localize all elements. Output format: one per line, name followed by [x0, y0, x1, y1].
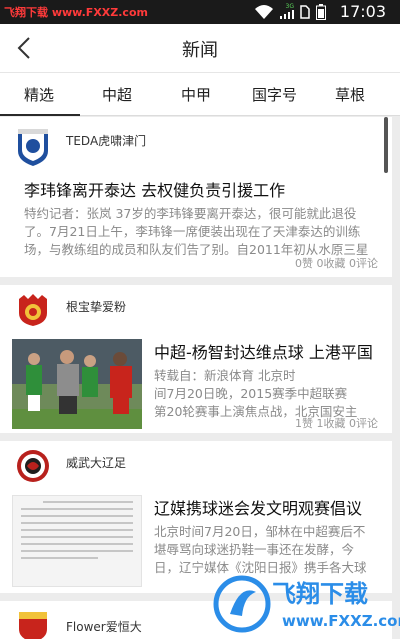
- tab-jingxuan[interactable]: 精选: [24, 84, 54, 105]
- engagement-stats: 0赞 0收藏 0评论: [295, 257, 378, 270]
- headline[interactable]: 辽媒携球迷会发文明观赛倡议: [154, 495, 362, 519]
- summary-line: 转载自：新浪体育 北京时: [154, 368, 296, 383]
- status-icons: 3G: [254, 3, 326, 21]
- network-indicator: 3G: [280, 3, 294, 21]
- summary: 北京时间7月20日，邹林在中超赛后不 堪辱骂向球迷扔鞋一事还在发酵，今 日，辽宁…: [154, 523, 367, 577]
- scrollbar[interactable]: [384, 117, 388, 173]
- news-card[interactable]: TEDA虎啸津门 李玮锋离开泰达 去权健负责引援工作 特约记者：张岚 37岁的李…: [0, 117, 392, 277]
- clock: 17:03: [339, 2, 386, 21]
- top-app-bar: 新闻: [0, 24, 400, 72]
- article-photo[interactable]: [12, 339, 142, 429]
- summary-line: 间7月20日晚，2015赛季中超联赛: [154, 386, 348, 401]
- liaoning-fc-logo-icon: [17, 450, 49, 482]
- tab-caogen[interactable]: 草根: [335, 84, 365, 105]
- category-tabs: 精选 中超 中甲 国字号 草根: [0, 72, 400, 116]
- summary-line: 了。7月21日上午，李玮锋一席便装出现在了天津泰达的训练: [24, 224, 361, 239]
- teda-logo-icon: [18, 129, 48, 166]
- headline[interactable]: 李玮锋离开泰达 去权健负责引援工作: [24, 177, 285, 201]
- wifi-icon: [255, 5, 273, 19]
- sim-icon: [300, 5, 310, 19]
- source-name[interactable]: Flower爱恒大: [66, 618, 142, 635]
- network-type: 3G: [285, 3, 294, 10]
- source-name[interactable]: TEDA虎啸津门: [66, 132, 146, 149]
- watermark-logo: 飞翔下载 www.FXXZ.com: [210, 570, 400, 639]
- battery-icon: [316, 4, 326, 20]
- watermark-logo-text: 飞翔下载: [272, 580, 368, 608]
- tab-zhongjia[interactable]: 中甲: [181, 84, 211, 105]
- summary: 转载自：新浪体育 北京时 间7月20日晚，2015赛季中超联赛 第20轮赛事上演…: [154, 367, 357, 421]
- shanghai-sipg-logo-icon: [19, 294, 47, 326]
- summary-line: 北京时间7月20日，邹林在中超赛后不: [154, 524, 366, 539]
- source-name[interactable]: 根宝挚爱粉: [66, 298, 126, 315]
- source-name[interactable]: 威武大辽足: [66, 454, 126, 471]
- news-feed[interactable]: TEDA虎啸津门 李玮锋离开泰达 去权健负责引援工作 特约记者：张岚 37岁的李…: [0, 117, 400, 639]
- fxxz-logo-icon: [213, 575, 271, 633]
- tab-zhongchao[interactable]: 中超: [102, 84, 132, 105]
- summary: 特约记者：张岚 37岁的李玮锋要离开泰达，很可能就此退役 了。7月21日上午，李…: [24, 205, 368, 259]
- news-card[interactable]: 根宝挚爱粉 中超-杨智封达维点球 上港平国 转载自：新浪体育 北京时 间7月20…: [0, 285, 392, 433]
- tab-guozihao[interactable]: 国字号: [252, 84, 297, 105]
- football-players-image: [12, 339, 142, 429]
- summary-line: 堪辱骂向球迷扔鞋一事还在发酵，今: [154, 542, 355, 557]
- watermark-name: 飞翔下载: [4, 6, 48, 19]
- guangzhou-evergrande-logo-icon: [19, 612, 47, 639]
- watermark-url: www.FXXZ.com: [51, 6, 148, 19]
- headline[interactable]: 中超-杨智封达维点球 上港平国: [154, 339, 373, 363]
- watermark-top: 飞翔下载 www.FXXZ.com: [4, 4, 148, 20]
- page-title: 新闻: [182, 40, 218, 61]
- active-tab-indicator: [0, 114, 80, 116]
- engagement-stats: 1赞 1收藏 0评论: [295, 417, 378, 430]
- watermark-logo-url: www.FXXZ.com: [282, 612, 400, 630]
- signal-icon: [280, 10, 294, 19]
- summary-line: 特约记者：张岚 37岁的李玮锋要离开泰达，很可能就此退役: [24, 206, 357, 221]
- article-document-image[interactable]: [12, 495, 142, 587]
- status-bar: 飞翔下载 www.FXXZ.com 3G 17:03: [0, 0, 400, 24]
